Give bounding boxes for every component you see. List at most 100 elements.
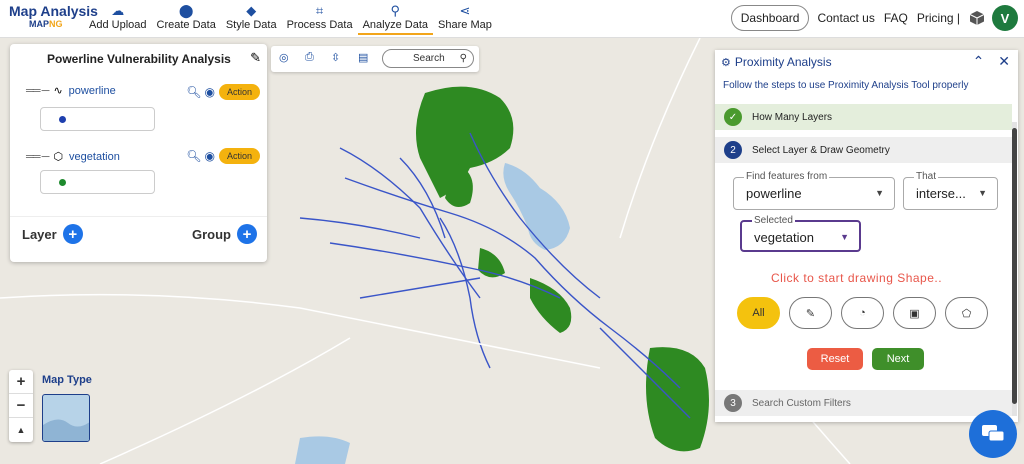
lake (295, 436, 350, 464)
nav-analyze-data[interactable]: ⚲ Analyze Data (357, 3, 434, 35)
add-layer-button[interactable]: + (62, 224, 83, 244)
step-label: Select Layer & Draw Geometry (752, 144, 890, 156)
layer-label: Layer (22, 226, 57, 242)
panel-scrollbar[interactable] (1012, 122, 1017, 416)
rectangle-select-icon: ▣ (909, 307, 920, 320)
nav-label: Analyze Data (362, 19, 429, 31)
nav-label: Style Data (225, 19, 277, 31)
locate-icon[interactable]: ◎ (279, 51, 289, 64)
search-label: Search (413, 53, 445, 64)
search-icon: ⚲ (459, 53, 467, 64)
paint-bucket-icon: ◆ (246, 3, 257, 18)
layer-style-box[interactable] (40, 107, 155, 131)
close-icon[interactable]: ✕ (998, 53, 1010, 69)
drag-handle-icon[interactable]: ══ ─ (26, 85, 49, 97)
collapse-icon[interactable]: ⌃ (973, 53, 985, 69)
nav-style-data[interactable]: ◆ Style Data (221, 3, 282, 35)
circle-tool-button[interactable]: ◔ (841, 297, 884, 329)
cloud-upload-icon: ☁ (111, 3, 125, 18)
layer-actions-powerline: 🔍︎ ◉ Action (186, 84, 260, 100)
eye-icon[interactable]: ◉ (205, 149, 215, 163)
vegetation-area (646, 347, 709, 452)
action-button[interactable]: Action (218, 148, 260, 164)
chat-icon (982, 425, 1005, 442)
shape-tools: All ✎ ◔ ▣ ⬠ (737, 297, 997, 329)
right-nav: Dashboard Contact us FAQ Pricing | V (730, 5, 1018, 31)
faq-link[interactable]: FAQ (884, 11, 908, 25)
panel-controls: ⌃ ✕ (973, 53, 1010, 70)
polygon-select-icon: ⬠ (961, 307, 972, 320)
cube-icon[interactable] (969, 10, 985, 26)
zoom-to-layer-icon[interactable]: 🔍︎ (186, 85, 201, 99)
field-label: Selected (752, 215, 795, 226)
field-label: Find features from (744, 171, 830, 182)
scrollbar-thumb[interactable] (1012, 128, 1017, 404)
step-2[interactable]: 2 Select Layer & Draw Geometry (715, 137, 1012, 163)
zoom-to-layer-icon[interactable]: 🔍︎ (186, 149, 201, 163)
edit-shape-icon: ✎ (805, 307, 816, 320)
contact-link[interactable]: Contact us (817, 11, 874, 25)
add-group[interactable]: Group + (192, 224, 257, 244)
style-dot (59, 179, 66, 186)
step-1[interactable]: ✓ How Many Layers (715, 104, 1012, 130)
layer-name[interactable]: vegetation (69, 151, 120, 163)
nav-add-upload[interactable]: ☁ Add Upload (84, 3, 152, 35)
proximity-subtitle: Follow the steps to use Proximity Analys… (723, 80, 969, 91)
layer-panel: Powerline Vulnerability Analysis ✎ ══ ─ … (10, 44, 267, 262)
north-arrow-button[interactable]: ▲ (9, 418, 33, 442)
nav-process-data[interactable]: ⌗ Process Data (282, 3, 358, 35)
step-label: Search Custom Filters (752, 397, 851, 409)
chevron-down-icon: ▼ (978, 188, 987, 198)
layer-name[interactable]: powerline (69, 85, 116, 97)
layer-row-vegetation[interactable]: ══ ─ ⬡ vegetation (26, 150, 120, 164)
check-icon: ✓ (724, 108, 742, 126)
divider (10, 216, 267, 217)
zoom-in-button[interactable]: + (9, 370, 33, 394)
step-3[interactable]: 3 Search Custom Filters (715, 390, 1012, 416)
add-group-button[interactable]: + (237, 224, 257, 244)
pencil-icon[interactable]: ✎ (250, 50, 261, 66)
search-button[interactable]: Search ⚲ (382, 49, 474, 68)
rectangle-tool-button[interactable]: ▣ (893, 297, 936, 329)
share-icon: ⋖ (459, 3, 471, 18)
nav-label: Add Upload (89, 19, 147, 31)
eye-icon[interactable]: ◉ (205, 85, 215, 99)
next-button[interactable]: Next (872, 348, 924, 370)
top-navbar: Map Analysis MAPNG ☁ Add Upload ⬤ Create… (0, 0, 1024, 38)
drag-handle-icon[interactable]: ══ ─ (26, 151, 49, 163)
polygon-tool-button[interactable]: ⬠ (945, 297, 988, 329)
comment-icon[interactable]: ▤ (358, 51, 368, 64)
nav-label: Create Data (156, 19, 216, 31)
nav-create-data[interactable]: ⬤ Create Data (152, 3, 221, 35)
selected-layer-select[interactable]: Selected vegetation ▼ (740, 215, 861, 252)
field-label: That (914, 171, 939, 182)
find-features-select[interactable]: Find features from powerline ▼ (733, 171, 895, 210)
line-icon: ∿ (53, 85, 63, 97)
measure-icon[interactable]: ⇳ (331, 51, 340, 64)
layer-style-box[interactable] (40, 170, 155, 194)
that-select[interactable]: That interse... ▼ (903, 171, 998, 210)
style-dot (59, 116, 66, 123)
chat-button[interactable] (969, 410, 1017, 458)
reset-button[interactable]: Reset (807, 348, 863, 370)
polygon-icon: ⬡ (53, 151, 64, 163)
dashboard-button[interactable]: Dashboard (730, 5, 810, 31)
shape-all-button[interactable]: All (737, 297, 780, 329)
drawing-instruction: Click to start drawing Shape.. (771, 271, 943, 285)
chevron-down-icon: ▼ (840, 232, 849, 242)
map-type-thumbnail[interactable] (42, 394, 90, 442)
nav-share-map[interactable]: ⋖ Share Map (433, 3, 497, 35)
print-icon[interactable]: ⎙ (305, 51, 314, 64)
layer-row-powerline[interactable]: ══ ─ ∿ powerline (26, 84, 116, 98)
zoom-out-button[interactable]: − (9, 394, 33, 418)
action-button[interactable]: Action (218, 84, 260, 100)
add-layer[interactable]: Layer + (22, 224, 83, 244)
draw-tool-button[interactable]: ✎ (789, 297, 832, 329)
avatar[interactable]: V (992, 5, 1018, 31)
map-thumbnail-image (43, 419, 89, 441)
analyze-icon: ⚲ (390, 3, 401, 18)
group-label: Group (192, 226, 231, 242)
pricing-link[interactable]: Pricing | (917, 11, 960, 25)
field-value: powerline (746, 186, 802, 201)
main-nav: ☁ Add Upload ⬤ Create Data ◆ Style Data … (84, 3, 497, 35)
